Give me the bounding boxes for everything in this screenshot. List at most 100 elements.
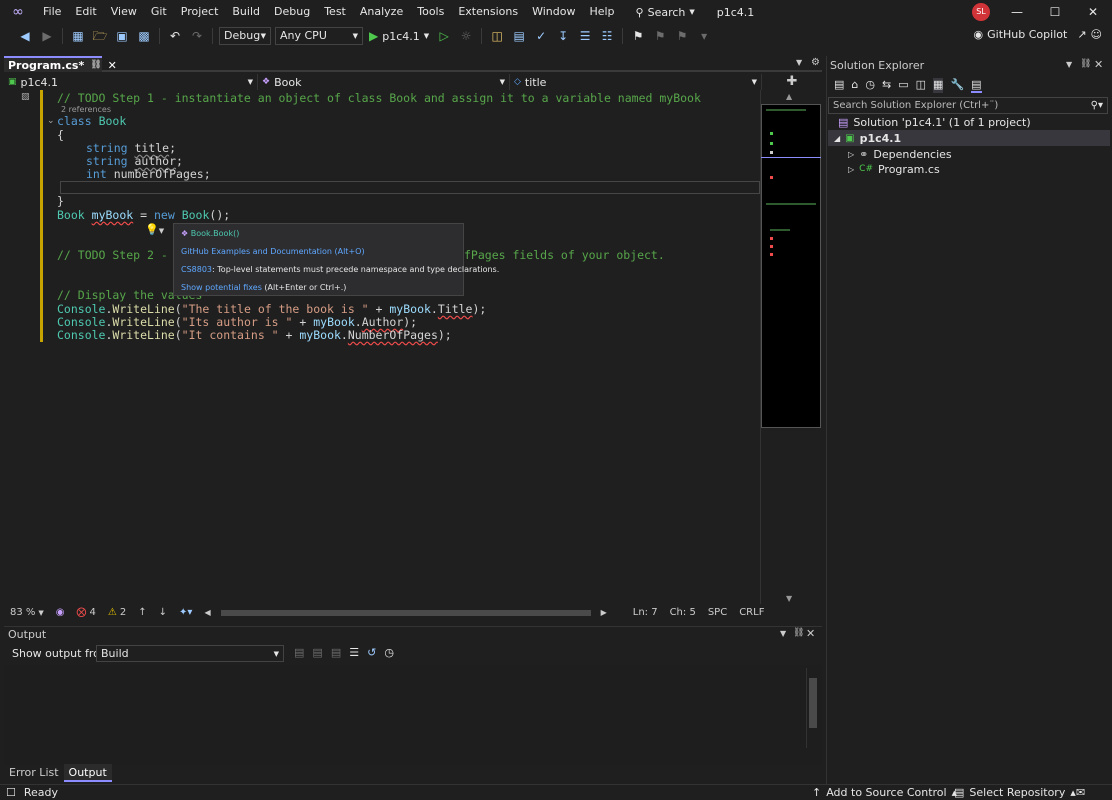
code-line[interactable]: Console.WriteLine("Its author is " + myB… [57,315,417,329]
previous-issue-icon[interactable]: ↑ [132,607,152,618]
project-scope-select[interactable]: ▣ p1c4.1 ▼ [4,74,258,90]
new-project-icon[interactable]: ▦ [70,28,86,44]
code-line[interactable]: } [57,194,64,208]
clear-all-icon[interactable]: ☰ [349,646,359,659]
previous-message-icon[interactable]: ▤ [312,646,322,659]
hot-reload-icon[interactable]: ☼ [458,28,474,44]
menu-extensions[interactable]: Extensions [451,0,525,24]
tab-error-list[interactable]: Error List [4,764,64,782]
code-line[interactable]: Console.WriteLine("The title of the book… [57,302,486,316]
feedback-icon[interactable]: ☺ [1091,28,1102,41]
step-into-icon[interactable]: ↧ [555,28,571,44]
documentation-link[interactable]: GitHub Examples and Documentation (Alt+O… [181,247,365,256]
menu-window[interactable]: Window [525,0,582,24]
minimize-icon[interactable]: — [998,0,1036,24]
scroll-down-icon[interactable]: ▼ [786,594,792,603]
whitespace-mode[interactable]: SPC [702,607,733,618]
menu-tools[interactable]: Tools [410,0,451,24]
breakpoint-margin-icon[interactable]: ▧ [21,92,30,102]
tree-item-project[interactable]: ◢ ▣ p1c4.1 [828,130,1110,146]
code-line[interactable]: string author; [86,154,183,168]
menu-build[interactable]: Build [225,0,267,24]
tab-output[interactable]: Output [63,764,112,782]
scroll-left-icon[interactable]: ◀ [198,608,216,617]
forward-icon[interactable]: ▶ [39,28,55,44]
code-line[interactable]: Book myBook = new Book(); [57,208,230,222]
save-icon[interactable]: ▣ [114,28,130,44]
start-debugging-button[interactable]: ▶ p1c4.1 ▼ [369,29,429,43]
wrench-icon[interactable]: 🔧 [950,78,964,93]
member-scope-select[interactable]: ◇ title ▼ [510,74,762,90]
save-all-icon[interactable]: ▩ [136,28,152,44]
scroll-right-icon[interactable]: ▶ [595,608,613,617]
code-line[interactable]: int numberOfPages; [86,167,211,181]
menu-view[interactable]: View [104,0,144,24]
code-line[interactable]: Console.WriteLine("It contains " + myBoo… [57,328,452,342]
solution-platform-select[interactable]: Any CPU ▼ [275,27,363,45]
visual-studio-logo-icon[interactable]: ∞ [0,0,36,24]
gear-icon[interactable]: ⚙ [811,57,820,68]
undo-icon[interactable]: ↶ [167,28,183,44]
code-minimap[interactable] [761,104,821,428]
next-bookmark-icon[interactable]: ⚑ [674,28,690,44]
code-line[interactable]: string title; [86,141,176,155]
menu-edit[interactable]: Edit [68,0,103,24]
show-all-files-icon[interactable]: ◫ [916,78,926,93]
menu-file[interactable]: File [36,0,68,24]
warnings-count-button[interactable]: ⚠ 2 [102,607,132,618]
collapse-chevron-icon[interactable]: ⌄ [47,116,55,126]
close-window-icon[interactable]: ✕ [1074,0,1112,24]
pin-icon[interactable]: ⛓ [90,60,101,70]
lightbulb-icon[interactable]: 💡▼ [145,223,164,236]
tab-program-cs[interactable]: Program.cs* ⛓ ✕ [4,56,117,72]
menu-debug[interactable]: Debug [267,0,317,24]
menu-test[interactable]: Test [317,0,353,24]
horizontal-scrollbar[interactable] [220,609,591,616]
code-line[interactable]: class Book [57,114,126,128]
output-text-area[interactable] [4,665,822,765]
timestamp-icon[interactable]: ◷ [384,646,394,659]
line-ending-mode[interactable]: CRLF [733,607,770,618]
code-line[interactable]: // TODO Step 2 - a [57,248,182,262]
collapse-all-icon[interactable]: ▭ [898,78,908,93]
se-close-icon[interactable]: ✕ [1094,58,1103,71]
spell-check-icon[interactable]: ✓ [533,28,549,44]
next-message-icon[interactable]: ▤ [331,646,341,659]
scrollbar-thumb[interactable] [809,678,817,728]
switch-views-icon[interactable]: ▤ [834,78,844,93]
se-options-icon[interactable]: ▼ [1066,60,1072,69]
zoom-select[interactable]: 83 % ▼ [4,607,50,618]
layout-icon[interactable]: ▤ [511,28,527,44]
home-icon[interactable]: ⌂ [851,78,858,93]
notifications-bell-icon[interactable]: ✉ [1076,786,1085,799]
tree-item-solution[interactable]: ▤ Solution 'p1c4.1' (1 of 1 project) [838,114,1031,130]
scroll-up-icon[interactable]: ▲ [786,92,792,101]
split-editor-icon[interactable]: ✚ [762,74,822,90]
code-cleanup-icon[interactable]: ✦▾ [173,607,198,618]
share-icon[interactable]: ↗ [1077,28,1086,41]
code-line[interactable]: // TODO Step 1 - instantiate an object o… [57,91,701,105]
properties-icon[interactable]: ▦ [933,78,944,93]
search-button[interactable]: ⚲ Search ▼ [628,1,703,23]
folder-view-icon[interactable]: ◫ [489,28,505,44]
output-vertical-scrollbar[interactable] [806,668,818,748]
column-number[interactable]: Ch: 5 [664,607,702,618]
code-line[interactable]: { [57,128,64,142]
maximize-icon[interactable]: ☐ [1036,0,1074,24]
add-to-source-control-button[interactable]: ↑ Add to Source Control ▲ [812,786,957,799]
tree-item-dependencies[interactable]: ▷ ⚭ Dependencies [848,146,952,162]
code-line[interactable]: fPages fields of your object. [464,248,665,262]
signature-link[interactable]: Book.Book() [191,229,240,238]
preview-icon[interactable]: ▤ [971,78,982,93]
redo-icon[interactable]: ↷ [189,28,205,44]
menu-help[interactable]: Help [582,0,621,24]
solution-explorer-search-input[interactable]: Search Solution Explorer (Ctrl+¨) ⚲▾ [828,97,1108,114]
error-code-link[interactable]: CS8803 [181,265,212,274]
output-pin-icon[interactable]: ⛓ [793,628,804,638]
menu-project[interactable]: Project [174,0,226,24]
menu-analyze[interactable]: Analyze [353,0,410,24]
close-tab-icon[interactable]: ✕ [108,59,117,72]
line-number[interactable]: Ln: 7 [627,607,664,618]
toolbar-overflow-icon[interactable]: ▾ [696,28,712,44]
sync-icon[interactable]: ⇆ [882,78,891,93]
